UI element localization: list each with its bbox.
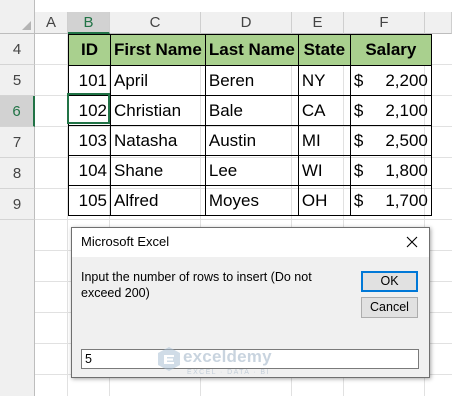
- salary-cell[interactable]: $2,200: [349, 65, 432, 96]
- last-name-cell[interactable]: Beren: [204, 65, 299, 96]
- ok-button[interactable]: OK: [361, 271, 418, 292]
- id-cell[interactable]: 101: [68, 65, 111, 96]
- state-cell[interactable]: WI: [297, 155, 351, 186]
- cancel-button[interactable]: Cancel: [361, 297, 418, 318]
- last-name-cell[interactable]: Lee: [204, 155, 299, 186]
- currency-symbol: $: [353, 160, 364, 180]
- header-cell-id[interactable]: ID: [68, 34, 111, 66]
- salary-cell[interactable]: $2,100: [349, 95, 432, 126]
- first-name-cell[interactable]: April: [110, 65, 206, 96]
- salary-cell[interactable]: $1,700: [349, 185, 432, 216]
- first-name-cell[interactable]: Shane: [110, 155, 206, 186]
- rows-count-input[interactable]: 5: [81, 349, 419, 369]
- row-header-6[interactable]: 6: [0, 96, 35, 127]
- currency-symbol: $: [353, 130, 364, 150]
- column-header-c[interactable]: C: [110, 12, 201, 34]
- first-name-cell[interactable]: Alfred: [110, 185, 206, 216]
- state-cell[interactable]: MI: [297, 125, 351, 156]
- salary-value: 2,200: [385, 70, 428, 90]
- gridline: [35, 219, 452, 220]
- table-row: 102 Christian Bale CA $2,100: [68, 95, 432, 126]
- dialog-title: Microsoft Excel: [81, 234, 170, 249]
- id-cell[interactable]: 104: [68, 155, 111, 186]
- row-header-8[interactable]: 8: [0, 158, 35, 189]
- table-row: 105 Alfred Moyes OH $1,700: [68, 185, 432, 216]
- table-row: 104 Shane Lee WI $1,800: [68, 155, 432, 186]
- salary-value: 1,800: [385, 160, 428, 180]
- currency-symbol: $: [353, 70, 364, 90]
- column-header-g[interactable]: [425, 12, 452, 34]
- state-cell[interactable]: CA: [297, 95, 351, 126]
- header-cell-first-name[interactable]: First Name: [110, 34, 206, 66]
- salary-cell[interactable]: $1,800: [349, 155, 432, 186]
- row-header-4[interactable]: 4: [0, 34, 35, 65]
- column-header-a[interactable]: A: [35, 12, 68, 34]
- row-header-9[interactable]: 9: [0, 189, 35, 220]
- header-cell-state[interactable]: State: [297, 34, 351, 66]
- currency-symbol: $: [353, 190, 364, 210]
- first-name-cell[interactable]: Natasha: [110, 125, 206, 156]
- state-cell[interactable]: OH: [297, 185, 351, 216]
- id-cell[interactable]: 103: [68, 125, 111, 156]
- last-name-cell[interactable]: Moyes: [204, 185, 299, 216]
- id-cell[interactable]: 102: [68, 95, 111, 126]
- state-cell[interactable]: NY: [297, 65, 351, 96]
- column-header-e[interactable]: E: [292, 12, 344, 34]
- select-all-corner[interactable]: [0, 0, 35, 34]
- table-row: 101 April Beren NY $2,200: [68, 65, 432, 96]
- column-header-d[interactable]: D: [201, 12, 292, 34]
- column-header-b[interactable]: B: [68, 12, 110, 34]
- row-header-5[interactable]: 5: [0, 65, 35, 96]
- table-row: 103 Natasha Austin MI $2,500: [68, 125, 432, 156]
- close-icon[interactable]: [401, 231, 423, 253]
- salary-value: 2,500: [385, 130, 428, 150]
- table-header-row: ID First Name Last Name State Salary: [68, 34, 432, 66]
- input-box-dialog: Microsoft Excel Input the number of rows…: [71, 227, 430, 378]
- first-name-cell[interactable]: Christian: [110, 95, 206, 126]
- header-cell-salary[interactable]: Salary: [349, 34, 432, 66]
- salary-cell[interactable]: $2,500: [349, 125, 432, 156]
- last-name-cell[interactable]: Austin: [204, 125, 299, 156]
- header-cell-last-name[interactable]: Last Name: [204, 34, 299, 66]
- currency-symbol: $: [353, 100, 364, 120]
- last-name-cell[interactable]: Bale: [204, 95, 299, 126]
- row-header-7[interactable]: 7: [0, 127, 35, 158]
- id-cell[interactable]: 105: [68, 185, 111, 216]
- dialog-titlebar[interactable]: Microsoft Excel: [72, 228, 429, 257]
- salary-value: 1,700: [385, 190, 428, 210]
- column-header-f[interactable]: F: [344, 12, 425, 34]
- row-header-filler: [0, 220, 35, 396]
- employee-table: ID First Name Last Name State Salary 101…: [68, 34, 432, 216]
- dialog-prompt: Input the number of rows to insert (Do n…: [81, 270, 312, 300]
- salary-value: 2,100: [385, 100, 428, 120]
